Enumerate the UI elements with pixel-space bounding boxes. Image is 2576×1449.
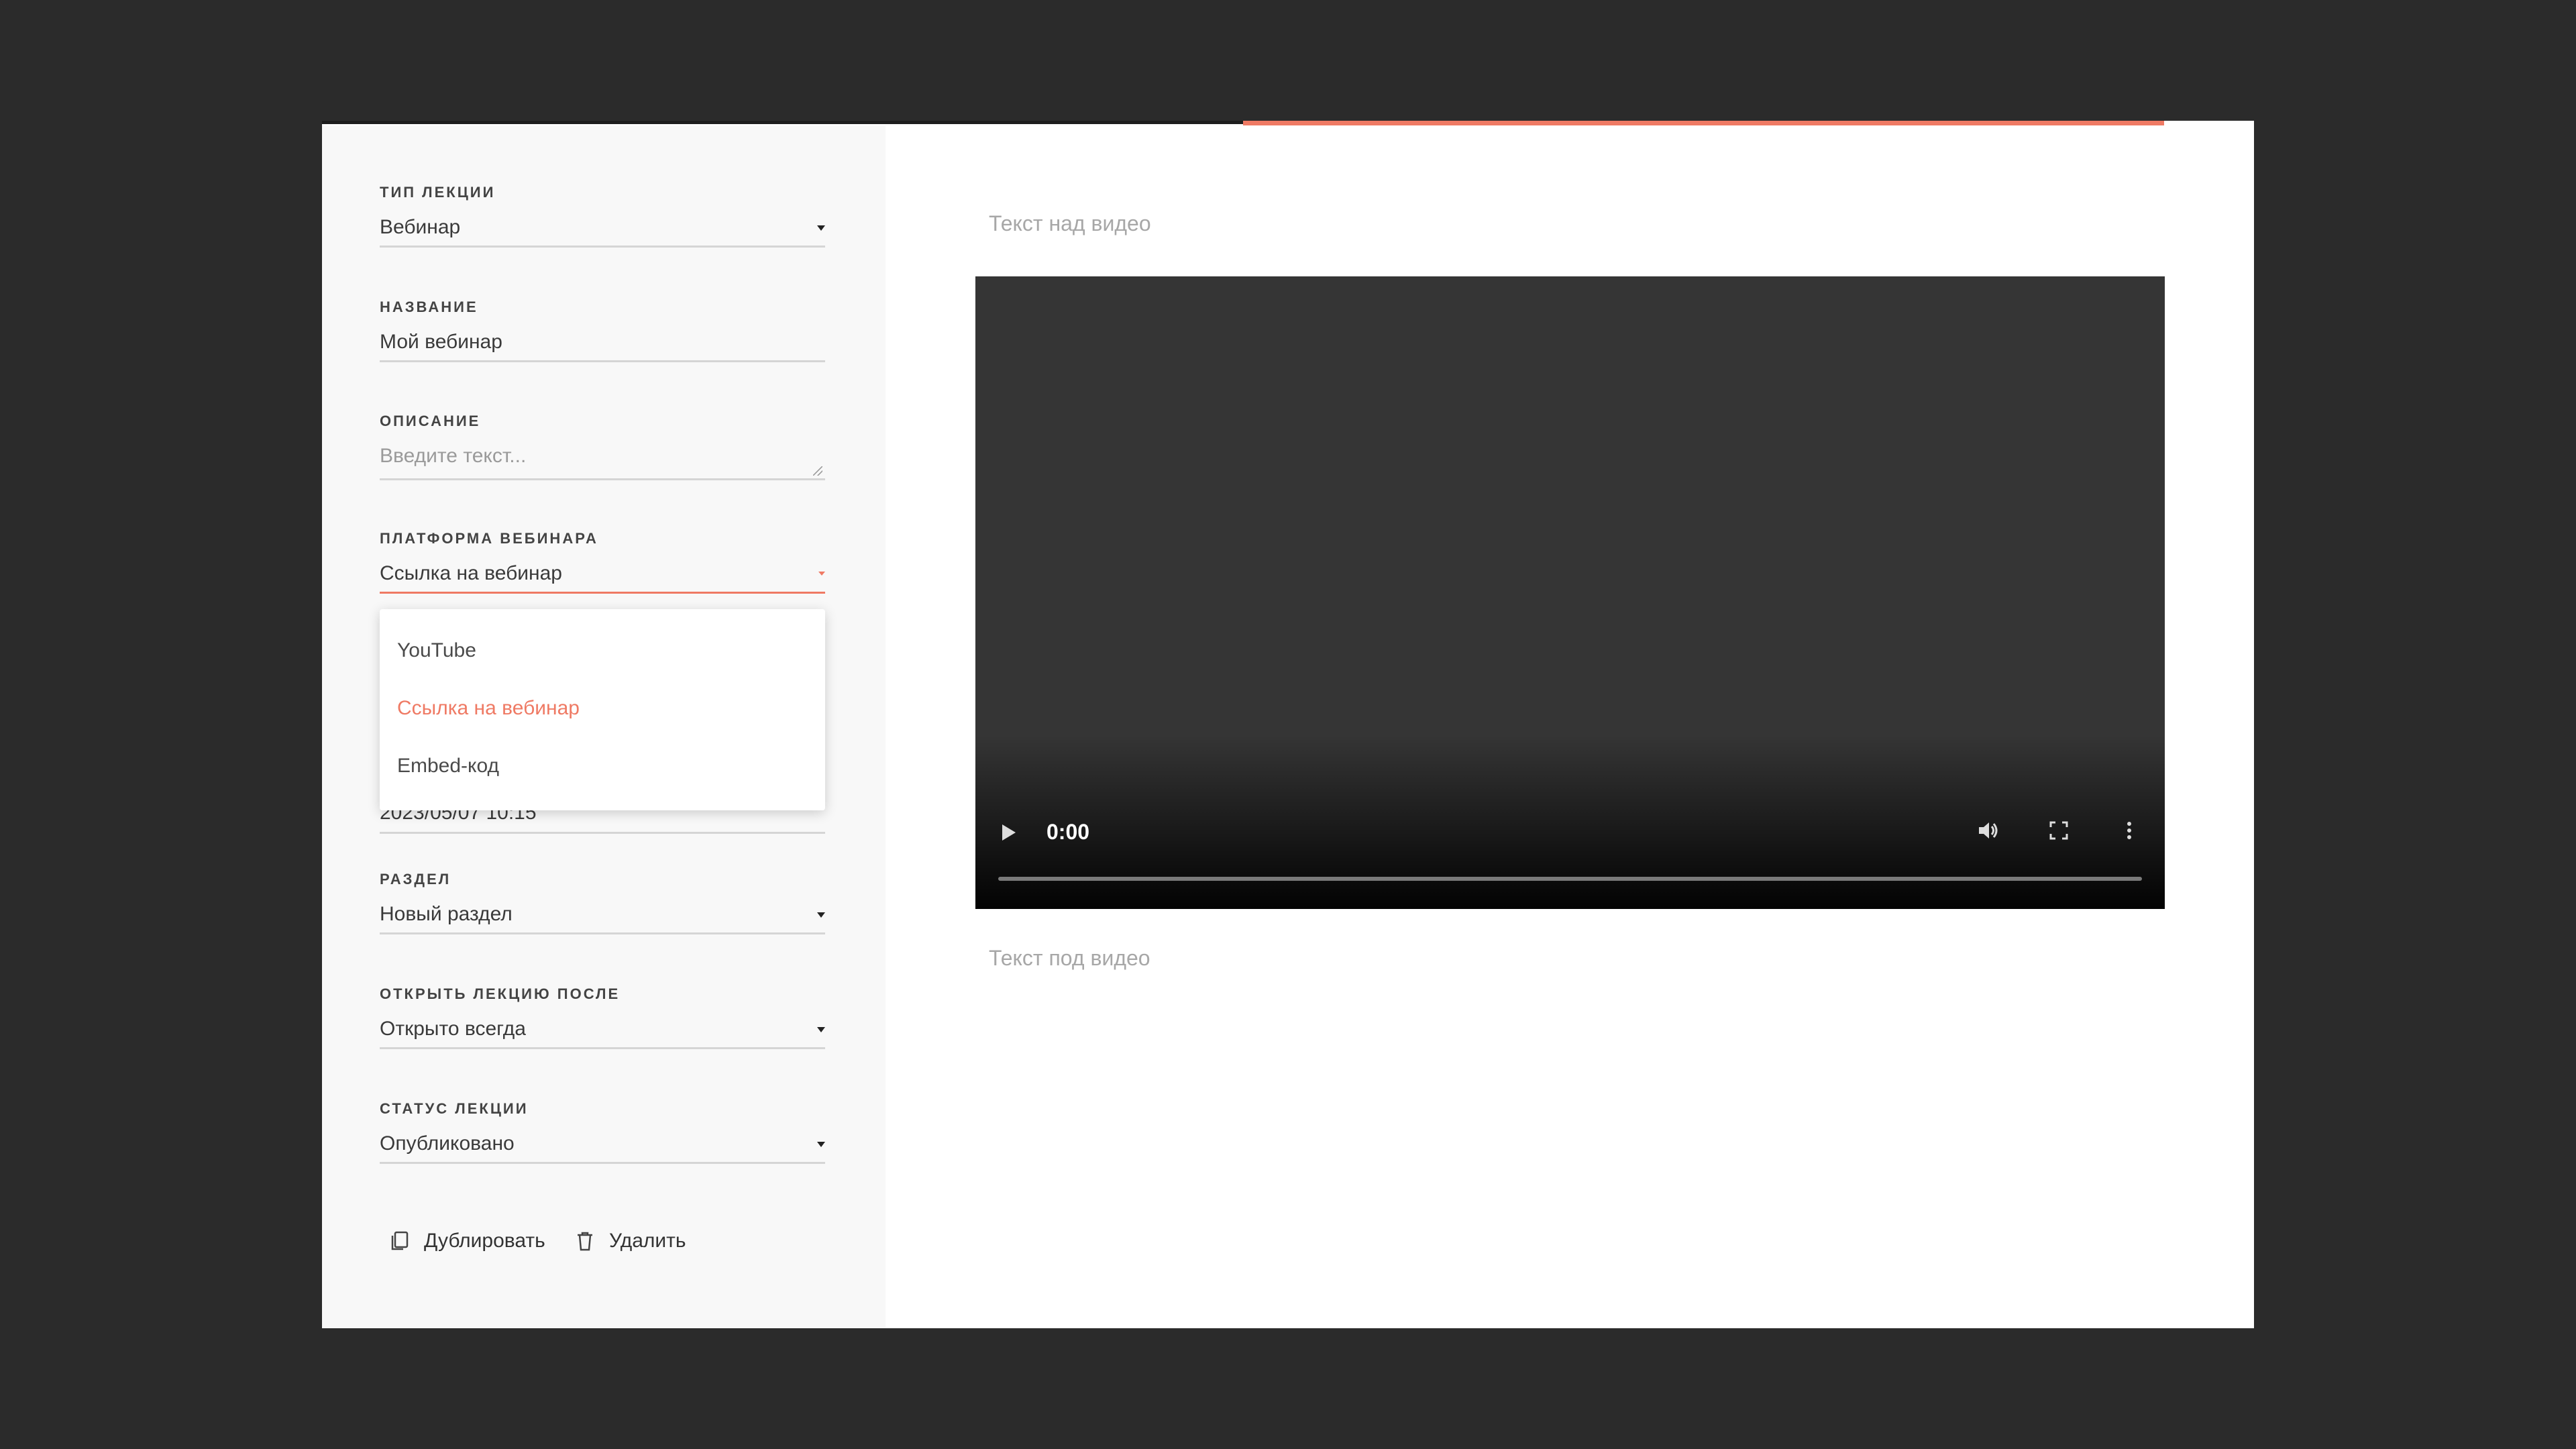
top-progress-accent [1243, 121, 2164, 125]
lecture-type-value: Вебинар [380, 216, 461, 238]
status-label: Статус лекции [380, 1100, 529, 1117]
duplicate-button[interactable]: Дублировать [389, 1221, 564, 1261]
dropdown-option-youtube[interactable]: YouTube [397, 637, 476, 664]
play-icon[interactable] [1002, 824, 1016, 841]
section-select[interactable]: Новый раздел [380, 896, 825, 934]
trash-icon [578, 1232, 592, 1251]
delete-button[interactable]: Удалить [574, 1221, 702, 1261]
fullscreen-icon[interactable] [2045, 817, 2072, 844]
dropdown-caret-icon [818, 572, 825, 576]
dropdown-caret-icon [817, 912, 825, 918]
status-select[interactable]: Опубликовано [380, 1126, 825, 1164]
lecture-type-field: Тип лекции Вебинар [380, 182, 825, 248]
dropdown-option-embed-code[interactable]: Embed-код [397, 753, 499, 780]
lecture-type-select[interactable]: Вебинар [380, 209, 825, 248]
text-below-video[interactable]: Текст под видео [989, 946, 1150, 971]
platform-label: Платформа вебинара [380, 530, 598, 547]
section-label: Раздел [380, 871, 451, 888]
dropdown-caret-icon [817, 225, 825, 231]
video-player[interactable]: 0:00 [975, 276, 2165, 909]
platform-select[interactable]: Ссылка на вебинар [380, 555, 825, 594]
name-input[interactable]: Мой вебинар [380, 324, 825, 362]
section-field: Раздел Новый раздел [380, 869, 825, 934]
section-value: Новый раздел [380, 903, 513, 925]
text-above-video[interactable]: Текст над видео [989, 211, 1151, 236]
status-value: Опубликовано [380, 1132, 515, 1155]
platform-value: Ссылка на вебинар [380, 562, 562, 584]
status-field: Статус лекции Опубликовано [380, 1099, 825, 1164]
video-progress-bar[interactable] [998, 877, 2142, 881]
volume-icon[interactable] [1975, 817, 2002, 844]
open-after-select[interactable]: Открыто всегда [380, 1011, 825, 1049]
dropdown-caret-icon [817, 1027, 825, 1032]
resize-grip-icon[interactable] [813, 466, 822, 476]
name-label: Название [380, 299, 478, 315]
lecture-editor-card: Тип лекции Вебинар Название Мой вебинар … [322, 121, 2254, 1328]
description-field: Описание Введите текст... [380, 411, 825, 480]
top-progress-track [322, 121, 1243, 124]
dropdown-option-webinar-link[interactable]: Ссылка на вебинар [397, 695, 580, 722]
name-field: Название Мой вебинар [380, 297, 825, 362]
delete-label: Удалить [609, 1230, 686, 1252]
open-after-field: Открыть лекцию после Открыто всегда [380, 984, 825, 1049]
platform-dropdown-menu: YouTube Ссылка на вебинар Embed-код [380, 609, 825, 810]
platform-field: Платформа вебинара Ссылка на вебинар [380, 529, 825, 594]
open-after-label: Открыть лекцию после [380, 985, 621, 1002]
description-placeholder: Введите текст... [380, 445, 527, 467]
dropdown-caret-icon [817, 1142, 825, 1147]
video-time: 0:00 [1046, 820, 1090, 844]
lecture-type-label: Тип лекции [380, 184, 496, 201]
duplicate-label: Дублировать [424, 1230, 545, 1252]
more-vert-icon[interactable] [2116, 817, 2143, 844]
copy-icon [391, 1231, 409, 1250]
name-value: Мой вебинар [380, 331, 502, 353]
description-label: Описание [380, 413, 481, 429]
open-after-value: Открыто всегда [380, 1018, 526, 1040]
description-textarea[interactable]: Введите текст... [380, 438, 825, 480]
